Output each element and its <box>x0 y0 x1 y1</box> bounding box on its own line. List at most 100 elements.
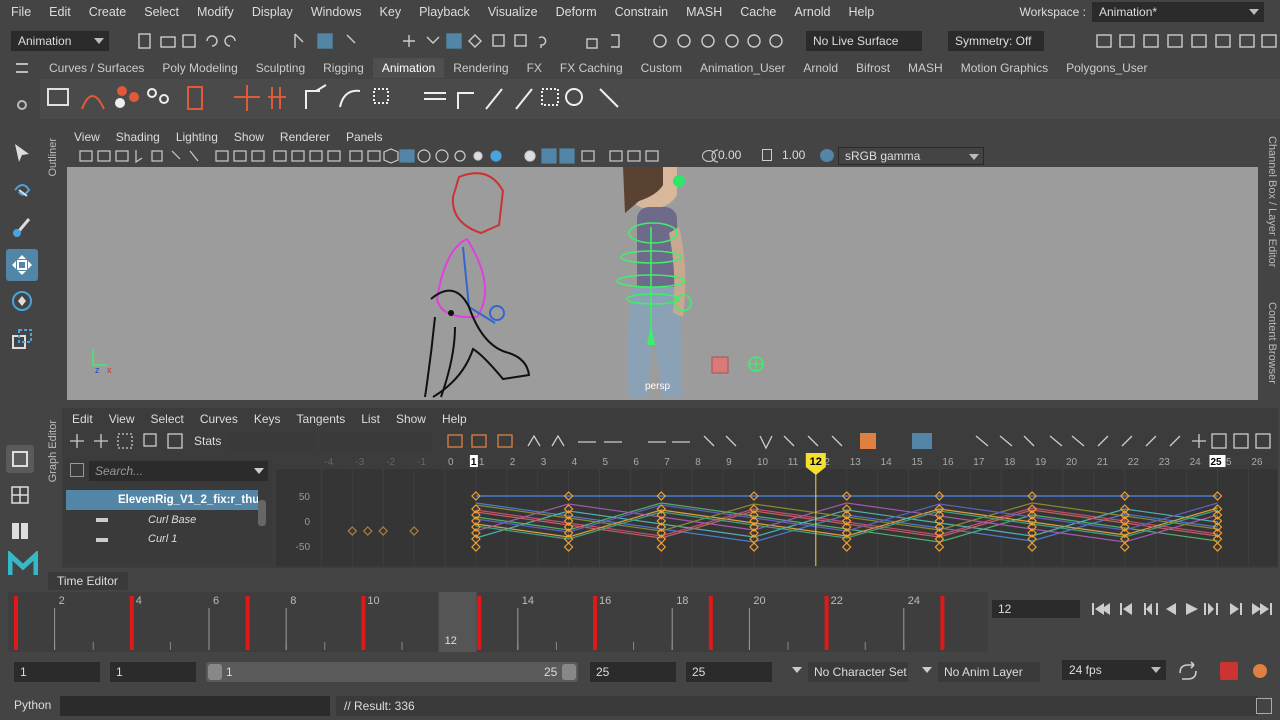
shelf-tab-fx-caching[interactable]: FX Caching <box>551 58 632 78</box>
layout-single-icon[interactable] <box>6 445 34 473</box>
range-slider[interactable] <box>206 662 578 682</box>
menu-mash[interactable]: MASH <box>677 5 731 19</box>
outliner-scrollbar[interactable] <box>258 500 266 526</box>
range-slider-handle-start[interactable] <box>208 664 222 680</box>
paint-select-icon[interactable] <box>6 211 38 243</box>
menu-arnold[interactable]: Arnold <box>785 5 839 19</box>
menu-modify[interactable]: Modify <box>188 5 243 19</box>
menu-constrain[interactable]: Constrain <box>606 5 678 19</box>
menu-visualize[interactable]: Visualize <box>479 5 547 19</box>
chevron-down-icon[interactable] <box>792 667 802 673</box>
menu-windows[interactable]: Windows <box>302 5 371 19</box>
panel-menu-view[interactable]: View <box>66 128 108 146</box>
stats-field-1[interactable] <box>227 432 315 450</box>
channel-box-tab[interactable]: Channel Box / Layer Editor <box>1266 136 1278 267</box>
shelf-tab-custom[interactable]: Custom <box>632 58 691 78</box>
menu-help[interactable]: Help <box>840 5 884 19</box>
graph-view[interactable]: -4-3-2-101234567891011121314151617181920… <box>276 453 1280 566</box>
menu-display[interactable]: Display <box>243 5 302 19</box>
menu-edit[interactable]: Edit <box>40 5 80 19</box>
timeline[interactable]: 2468101214161820222412 <box>8 592 988 652</box>
scale-tool-icon[interactable] <box>6 323 38 355</box>
shelf-tab-polygons-user[interactable]: Polygons_User <box>1057 58 1156 78</box>
fps-dropdown[interactable]: 24 fps <box>1062 660 1166 680</box>
shelf-tab-animation-user[interactable]: Animation_User <box>691 58 794 78</box>
shelf-tab-arnold[interactable]: Arnold <box>794 58 847 78</box>
gamma-value[interactable]: 1.00 <box>782 148 805 162</box>
filter-icon[interactable] <box>70 463 84 477</box>
time-editor-tab[interactable]: Time Editor <box>48 572 128 590</box>
content-browser-tab[interactable]: Content Browser <box>1266 302 1278 384</box>
range-slider-handle-end[interactable] <box>562 664 576 680</box>
gamma-icon[interactable] <box>762 149 772 161</box>
shelf-tab-curves-surfaces[interactable]: Curves / Surfaces <box>40 58 153 78</box>
shelf-tool-icons[interactable] <box>40 79 680 119</box>
script-editor-icon[interactable] <box>1256 698 1272 714</box>
menuset-dropdown[interactable]: Animation <box>11 31 109 51</box>
playback-controls[interactable] <box>1090 600 1280 618</box>
viewport[interactable]: z x persp <box>67 167 1258 400</box>
menu-key[interactable]: Key <box>371 5 411 19</box>
menu-create[interactable]: Create <box>80 5 136 19</box>
shelf-tab-poly-modeling[interactable]: Poly Modeling <box>153 58 246 78</box>
menu-cache[interactable]: Cache <box>731 5 785 19</box>
menu-file[interactable]: File <box>0 5 40 19</box>
current-frame-field[interactable]: 12 <box>992 600 1080 618</box>
move-tool-icon[interactable] <box>6 249 38 281</box>
script-language-toggle[interactable]: Python <box>14 698 51 712</box>
workspace-dropdown[interactable]: Animation* <box>1092 2 1264 22</box>
layout-four-icon[interactable] <box>6 481 34 509</box>
panel-menu-lighting[interactable]: Lighting <box>168 128 226 146</box>
lasso-tool-icon[interactable] <box>6 175 38 207</box>
menu-deform[interactable]: Deform <box>547 5 606 19</box>
loop-icons[interactable] <box>1178 661 1274 681</box>
symmetry-dropdown[interactable]: Symmetry: Off <box>948 31 1044 51</box>
end-frame-field[interactable]: 25 <box>686 662 772 682</box>
layout-split-icon[interactable] <box>6 517 34 545</box>
color-management-icon[interactable] <box>820 149 834 162</box>
graph-outliner-search[interactable]: Search... <box>89 461 268 481</box>
stats-field-2[interactable] <box>320 432 432 450</box>
panel-menu-show[interactable]: Show <box>226 128 272 146</box>
status-line-icons[interactable] <box>135 32 655 50</box>
graph-menu-tangents[interactable]: Tangents <box>289 412 354 426</box>
playback-start-field[interactable]: 1 <box>110 662 196 682</box>
panel-menu-panels[interactable]: Panels <box>338 128 391 146</box>
chevron-down-icon[interactable] <box>254 468 264 474</box>
graph-menu-edit[interactable]: Edit <box>64 412 101 426</box>
anim-layer-dropdown[interactable]: No Anim Layer <box>938 662 1040 682</box>
live-surface-field[interactable]: No Live Surface <box>806 31 922 51</box>
playback-end-field[interactable]: 25 <box>590 662 676 682</box>
exposure-value[interactable]: 0.00 <box>718 148 741 162</box>
outliner-item-1[interactable]: Curl Base <box>148 514 196 526</box>
shelf-tab-sculpting[interactable]: Sculpting <box>247 58 314 78</box>
shelf-tab-motion-graphics[interactable]: Motion Graphics <box>952 58 1057 78</box>
shelf-tab-animation[interactable]: Animation <box>372 58 445 78</box>
graph-menu-keys[interactable]: Keys <box>246 412 289 426</box>
menu-playback[interactable]: Playback <box>410 5 479 19</box>
select-tool-icon[interactable] <box>6 137 38 169</box>
graph-menu-select[interactable]: Select <box>142 412 191 426</box>
outliner-item-2[interactable]: Curl 1 <box>148 533 177 545</box>
outliner-tab[interactable]: Outliner <box>47 138 59 177</box>
shelf-tab-fx[interactable]: FX <box>518 58 551 78</box>
graph-menu-help[interactable]: Help <box>434 412 475 426</box>
start-frame-field[interactable]: 1 <box>14 662 100 682</box>
graph-editor-tab[interactable]: Graph Editor <box>47 420 59 482</box>
colorspace-dropdown[interactable]: sRGB gamma <box>838 147 984 165</box>
outliner-item-0[interactable]: ElevenRig_V1_2_fix:r_thur <box>118 494 258 506</box>
graph-menu-view[interactable]: View <box>101 412 143 426</box>
render-icons[interactable] <box>1094 32 1280 50</box>
gear-icon[interactable] <box>17 100 27 110</box>
snap-icons[interactable] <box>648 32 808 50</box>
shelf-tab-rigging[interactable]: Rigging <box>314 58 373 78</box>
shelf-tab-rendering[interactable]: Rendering <box>444 58 517 78</box>
chevron-down-icon[interactable] <box>922 667 932 673</box>
panel-menu-shading[interactable]: Shading <box>108 128 168 146</box>
shelf-menu-icon[interactable] <box>16 63 28 73</box>
exposure-icon[interactable] <box>702 150 716 162</box>
command-input[interactable] <box>60 696 330 716</box>
graph-menu-show[interactable]: Show <box>388 412 434 426</box>
menu-select[interactable]: Select <box>135 5 188 19</box>
rotate-tool-icon[interactable] <box>6 285 38 317</box>
